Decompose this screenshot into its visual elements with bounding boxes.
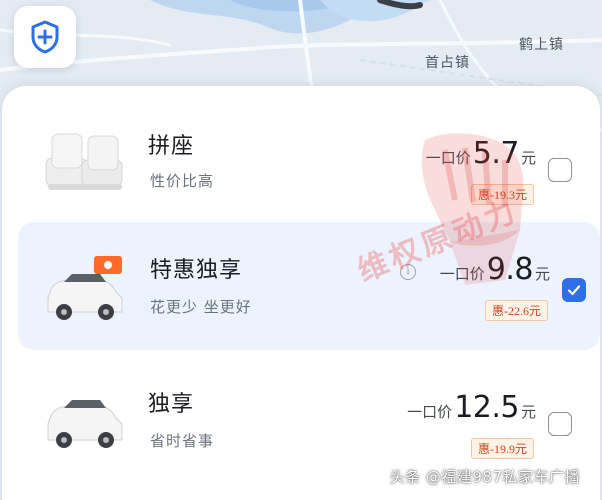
ride-option-special-exclusive[interactable]: 特惠独享 花更少 坐更好 i 一口价 9.8 元 惠-22.6元 — [18, 222, 600, 350]
map-label-shouzhan: 首占镇 — [425, 55, 470, 71]
price-unit: 元 — [534, 265, 550, 283]
select-checkbox[interactable] — [548, 158, 572, 182]
price-prefix: 一口价 — [425, 149, 471, 167]
attribution-text: 头条 @福建987私家车广播 — [389, 468, 580, 486]
price-value: 9.8 — [486, 252, 534, 287]
option-subtitle: 花更少 坐更好 — [150, 298, 252, 316]
safety-center-button[interactable] — [14, 6, 76, 68]
seat-icon — [45, 133, 123, 190]
select-checkbox[interactable] — [548, 412, 572, 436]
option-name: 拼座 — [148, 134, 195, 159]
car-icon — [47, 400, 123, 448]
discount-badge: 惠-19.9元 — [471, 438, 534, 459]
price-value: 12.5 — [454, 390, 519, 425]
price-unit: 元 — [520, 149, 536, 167]
price: 一口价 5.7 元 — [426, 136, 536, 171]
option-subtitle: 性价比高 — [150, 172, 215, 190]
option-name: 独享 — [148, 392, 195, 417]
price-prefix: 一口价 — [439, 265, 485, 283]
ride-options-sheet: 拼座 性价比高 一口价 5.7 元 惠-19.3元 特惠独享 花更少 坐更好 i… — [2, 86, 600, 500]
price: 一口价 12.5 元 — [407, 390, 536, 425]
shield-plus-icon — [31, 20, 59, 54]
select-checkbox-checked[interactable] — [562, 278, 586, 302]
price-unit: 元 — [520, 403, 536, 421]
option-subtitle: 省时省事 — [150, 432, 215, 450]
map-label-heshang: 鹤上镇 — [519, 37, 564, 53]
car-with-coupon-icon — [47, 256, 123, 320]
price: 一口价 9.8 元 — [440, 252, 550, 287]
option-name: 特惠独享 — [150, 258, 243, 283]
discount-badge: 惠-22.6元 — [485, 300, 548, 321]
price-prefix: 一口价 — [407, 403, 453, 421]
ride-option-exclusive[interactable]: 独享 省时省事 一口价 12.5 元 惠-19.9元 — [2, 356, 600, 476]
price-value: 5.7 — [472, 136, 520, 171]
checkmark-icon — [567, 285, 581, 296]
